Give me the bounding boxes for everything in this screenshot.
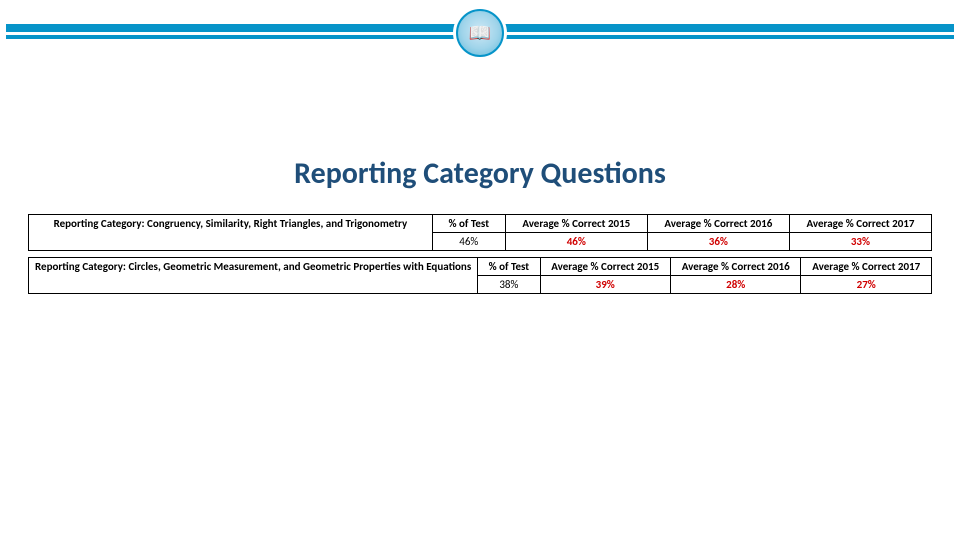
col-header-2015: Average % Correct 2015 [505,215,647,233]
header-banner: 📖 [0,0,960,60]
col-header-2015: Average % Correct 2015 [540,258,670,276]
col-header-pct: % of Test [432,215,505,233]
school-logo-icon: 📖 [456,9,504,57]
col-header-2016: Average % Correct 2016 [647,215,789,233]
val-2017: 27% [801,276,932,294]
book-icon: 📖 [469,24,491,42]
category-table: Reporting Category: Circles, Geometric M… [28,257,932,294]
col-header-2017: Average % Correct 2017 [789,215,931,233]
category-label-cell: Reporting Category: Circles, Geometric M… [29,258,478,294]
val-pct: 46% [432,233,505,251]
val-2017: 33% [789,233,931,251]
val-pct: 38% [478,276,540,294]
table-header-row: Reporting Category: Circles, Geometric M… [29,258,932,276]
val-2015: 46% [505,233,647,251]
val-2015: 39% [540,276,670,294]
category-name: Congruency, Similarity, Right Triangles,… [147,217,407,230]
category-label-cell: Reporting Category: Congruency, Similari… [29,215,433,251]
val-2016: 36% [647,233,789,251]
category-name: Circles, Geometric Measurement, and Geom… [128,260,471,273]
tables-container: Reporting Category: Congruency, Similari… [28,214,932,294]
page-title: Reporting Category Questions [0,155,960,192]
val-2016: 28% [670,276,800,294]
col-header-pct: % of Test [478,258,540,276]
category-lead: Reporting Category: [54,217,145,230]
col-header-2017: Average % Correct 2017 [801,258,932,276]
category-table: Reporting Category: Congruency, Similari… [28,214,932,251]
logo-container: 📖 [453,6,507,60]
category-lead: Reporting Category: [35,260,126,273]
col-header-2016: Average % Correct 2016 [670,258,800,276]
table-header-row: Reporting Category: Congruency, Similari… [29,215,932,233]
